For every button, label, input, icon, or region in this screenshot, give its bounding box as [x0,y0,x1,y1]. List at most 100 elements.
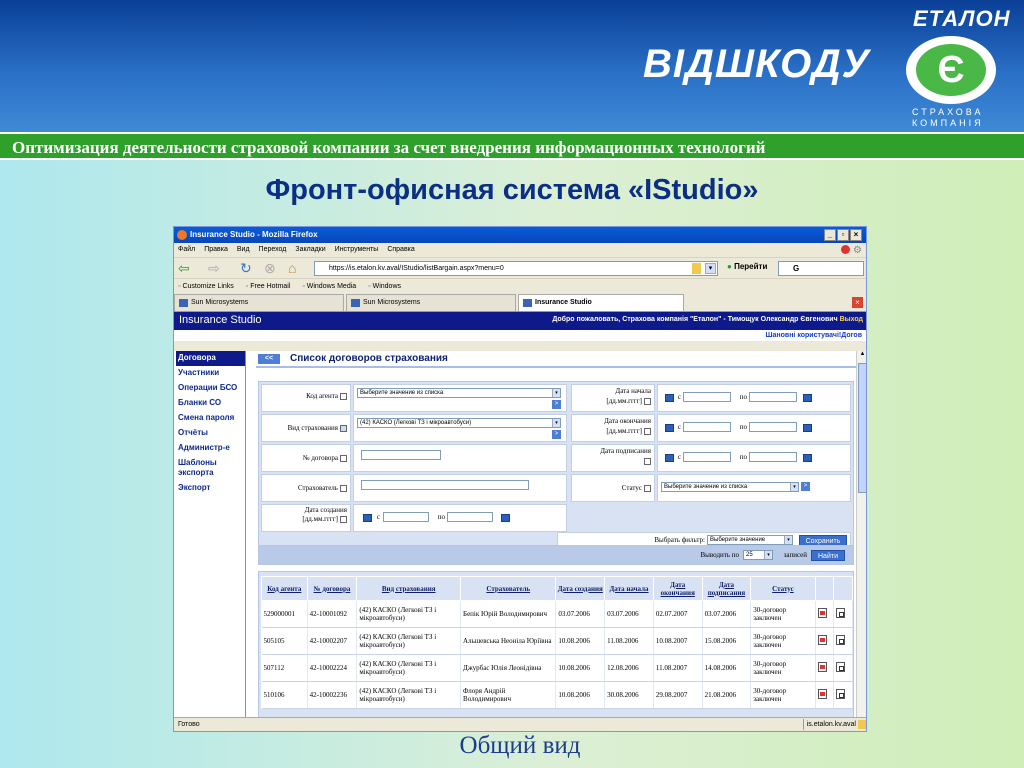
table-row[interactable]: 507112 42-10002224 (42) КАСКО (Легкові ТЗ … [261,654,853,682]
edit-icon[interactable] [817,608,827,618]
created-from-input[interactable] [383,512,429,522]
status-checkbox[interactable] [644,484,651,492]
back-button[interactable]: << [258,354,280,364]
menu-file[interactable]: Файл [178,243,195,257]
sidebar-item-change-password[interactable]: Смена пароля [176,411,245,426]
tab-sun-microsystems-1[interactable]: Sun Microsystems [174,294,344,311]
created-to-input[interactable] [447,512,493,522]
calendar-icon[interactable] [803,394,812,402]
sidebar-item-contracts[interactable]: Договора [176,351,245,366]
agent-code-go-button[interactable]: > [552,400,561,409]
calendar-icon[interactable] [803,424,812,432]
home-icon[interactable]: ⌂ [288,261,296,276]
reload-icon[interactable]: ↻ [240,261,252,276]
insurer-input[interactable] [361,480,529,490]
gear-icon[interactable]: ⚙ [853,244,862,258]
contract-no-checkbox[interactable] [340,454,347,462]
calendar-icon[interactable] [363,514,372,522]
search-input[interactable]: G [778,261,864,276]
agent-code-checkbox[interactable] [340,392,347,400]
page-scrollbar[interactable]: ▲ [856,351,866,721]
menu-bookmarks[interactable]: Закладки [295,243,325,257]
calendar-icon[interactable] [501,514,510,522]
menu-go[interactable]: Переход [259,243,287,257]
view-icon[interactable] [836,662,846,672]
stop-icon[interactable] [841,245,850,254]
bookmark-customize-links[interactable]: Customize Links [178,279,233,294]
sign-to-input[interactable] [749,452,797,462]
created-date-checkbox[interactable] [340,515,347,523]
calendar-icon[interactable] [803,454,812,462]
sign-from-input[interactable] [683,452,731,462]
tab-close-icon[interactable]: × [852,297,863,308]
col-created-date[interactable]: Дата создания [555,576,606,601]
edit-icon[interactable] [817,689,827,699]
find-button[interactable]: Найти [811,550,845,561]
sidebar-item-participants[interactable]: Участники [176,366,245,381]
user-notice-link[interactable]: Шановні користувачі!Догов [174,330,866,341]
back-icon[interactable]: ⇦ [178,261,190,276]
end-from-input[interactable] [683,422,731,432]
scroll-up-icon[interactable]: ▲ [858,351,866,361]
table-row[interactable]: 529000001 42-10001092 (42) КАСКО (Легкові … [261,600,853,628]
contract-no-input[interactable] [361,450,441,460]
status-text: Готово [178,721,200,728]
status-select[interactable]: Выберите значение из списка ▾ [661,482,799,492]
maximize-button[interactable]: ▫ [837,229,849,241]
col-contract-no[interactable]: № договора [306,576,358,601]
col-agent-code[interactable]: Код агента [261,576,308,601]
col-start-date[interactable]: Дата начала [604,576,654,601]
sidebar-item-export[interactable]: Экспорт [176,481,245,496]
insurance-type-checkbox[interactable] [340,424,347,432]
app-header: Insurance Studio Добро пожаловать, Страх… [174,312,866,330]
view-icon[interactable] [836,635,846,645]
start-from-input[interactable] [683,392,731,402]
sidebar-item-forms[interactable]: Бланки СО [176,396,245,411]
bookmark-windows-media[interactable]: Windows Media [302,279,356,294]
edit-icon[interactable] [817,662,827,672]
sidebar-item-admin[interactable]: Администр-е [176,441,245,456]
edit-icon[interactable] [817,635,827,645]
logout-link[interactable]: Выход [840,316,863,323]
menu-edit[interactable]: Правка [204,243,228,257]
go-button[interactable]: ● Перейти [727,262,767,271]
start-date-checkbox[interactable] [644,397,651,405]
sidebar-item-reports[interactable]: Отчёты [176,426,245,441]
tab-sun-microsystems-2[interactable]: Sun Microsystems [346,294,516,311]
table-row[interactable]: 510106 42-10002236 (42) КАСКО (Легкові ТЗ … [261,681,853,709]
table-row[interactable]: 505105 42-10002207 (42) КАСКО (Легкові ТЗ … [261,627,853,655]
insurer-checkbox[interactable] [340,484,347,492]
menu-help[interactable]: Справка [387,243,414,257]
address-bar[interactable]: https://is.etalon.kv.aval/IStudio/listBa… [314,261,718,276]
end-date-checkbox[interactable] [644,427,651,435]
page-size-select[interactable]: 25 ▾ [743,550,773,560]
view-icon[interactable] [836,608,846,618]
bookmark-windows[interactable]: Windows [368,279,401,294]
col-status[interactable]: Статус [750,576,816,601]
sign-date-checkbox[interactable] [644,457,651,465]
filter-preset-select[interactable]: Выберите значение ▾ [707,535,793,545]
sidebar-item-export-templates[interactable]: Шаблоны экспорта [176,456,245,481]
view-icon[interactable] [836,689,846,699]
minimize-button[interactable]: _ [824,229,836,241]
tab-insurance-studio[interactable]: Insurance Studio [518,294,684,311]
menu-view[interactable]: Вид [237,243,250,257]
insurance-type-go-button[interactable]: > [552,430,561,439]
address-dropdown-icon[interactable]: ▾ [705,263,716,274]
insurance-type-select[interactable]: (42) КАСКО (Легкові ТЗ і мікроавтобуси) ▾ [357,418,561,428]
col-sign-date[interactable]: Дата подписания [701,576,752,601]
scrollbar-thumb[interactable] [858,363,866,493]
bookmark-free-hotmail[interactable]: Free Hotmail [246,279,290,294]
start-to-input[interactable] [749,392,797,402]
col-insurer[interactable]: Страхователь [460,576,557,601]
close-button[interactable]: × [850,229,862,241]
sidebar-item-bso-operations[interactable]: Операции БСО [176,381,245,396]
status-go-button[interactable]: > [801,482,810,491]
menu-tools[interactable]: Инструменты [335,243,379,257]
stop-load-icon[interactable]: ⊗ [264,261,276,276]
agent-code-select[interactable]: Выберите значение из списка ▾ [357,388,561,398]
forward-icon[interactable]: ⇨ [208,261,220,276]
end-to-input[interactable] [749,422,797,432]
col-end-date[interactable]: Дата окончания [652,576,703,601]
col-insurance-type[interactable]: Вид страхования [356,576,462,601]
